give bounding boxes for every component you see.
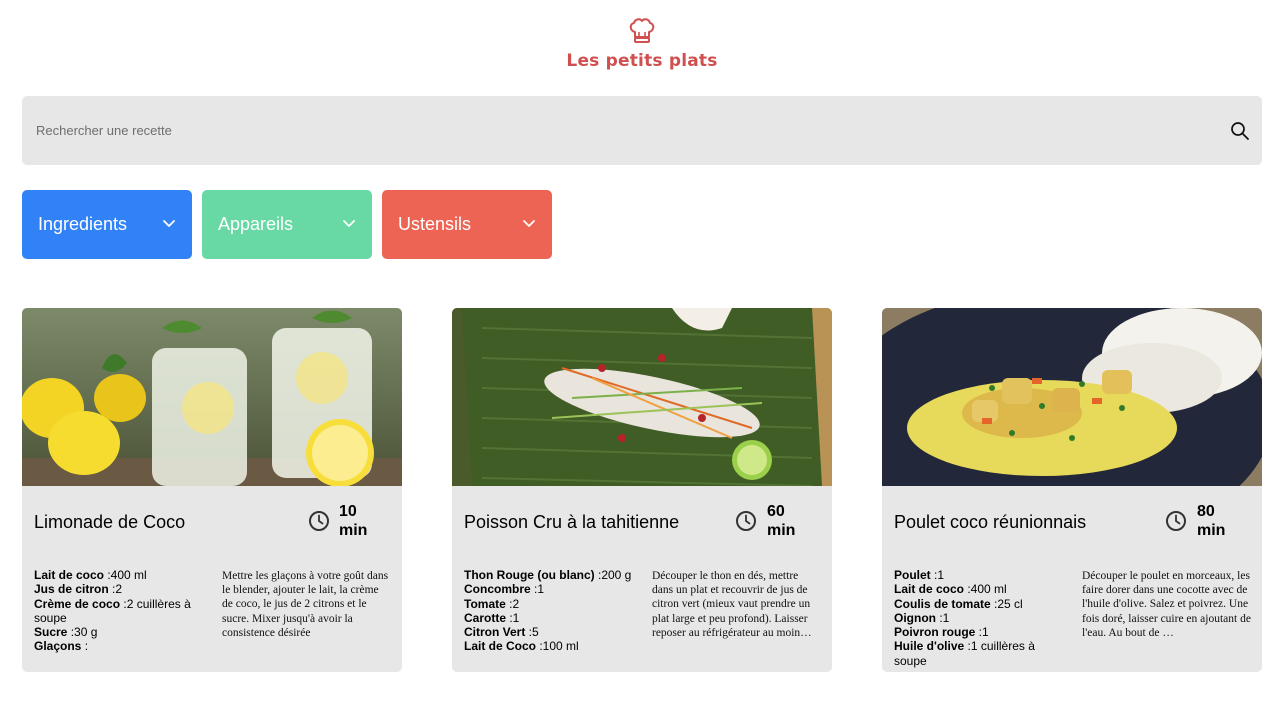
- search-bar: [22, 96, 1262, 165]
- ingredient-item: Lait de coco :400 ml: [34, 568, 147, 582]
- recipe-card[interactable]: Poisson Cru à la tahitienne 60 min Thon R…: [452, 308, 832, 672]
- ingredient-item: Oignon :1: [894, 610, 950, 625]
- site-title[interactable]: Les petits plats: [0, 51, 1284, 71]
- recipe-description: Découper le thon en dés, mettre dans un …: [652, 570, 812, 639]
- clock-icon: [736, 511, 756, 531]
- ingredient-item: Jus de citron :2: [34, 582, 123, 597]
- filter-ustensils-dropdown[interactable]: Ustensils: [382, 190, 552, 259]
- ingredient-item: Sucre :30 g: [34, 625, 98, 640]
- search-icon[interactable]: [1230, 121, 1250, 141]
- recipe-image: [882, 308, 1262, 486]
- ingredient-list: Thon Rouge (ou blanc) :200 g Concombre :…: [464, 568, 639, 654]
- recipe-time: 80 min: [1197, 503, 1226, 539]
- recipe-title: Poisson Cru à la tahitienne: [464, 512, 680, 532]
- ingredient-item: Poulet :1: [894, 568, 945, 582]
- recipe-image: [22, 308, 402, 486]
- filter-ingredients-label: Ingredients: [38, 214, 128, 234]
- chevron-down-icon: [343, 220, 355, 227]
- recipe-card[interactable]: Limonade de Coco 10 min Lait de coco :400…: [22, 308, 402, 672]
- recipe-time: 10 min: [339, 503, 368, 539]
- recipe-card[interactable]: Poulet coco réunionnais 80 min Poulet :1 …: [882, 308, 1262, 672]
- ingredient-list: Poulet :1 Lait de coco :400 ml Coulis de…: [894, 568, 1069, 668]
- recipe-time: 60 min: [767, 503, 796, 539]
- recipe-description: Mettre les glaçons à votre goût dans le …: [222, 570, 389, 639]
- recipe-title: Poulet coco réunionnais: [894, 512, 1087, 532]
- ingredient-item: Concombre :1: [464, 582, 545, 597]
- ingredient-item: Lait de coco :400 ml: [894, 582, 1007, 597]
- ingredient-item: Poivron rouge :1: [894, 625, 989, 640]
- site-header: Les petits plats: [0, 18, 1284, 71]
- recipe-description: Découper le poulet en morceaux, les fair…: [1082, 570, 1251, 639]
- ingredient-item: Crème de coco :2 cuillères à soupe: [34, 596, 191, 625]
- ingredient-list: Lait de coco :400 ml Jus de citron :2 Cr…: [34, 568, 209, 654]
- ingredient-item: Thon Rouge (ou blanc) :200 g: [464, 568, 632, 582]
- recipe-image: [452, 308, 832, 486]
- filter-appareils-label: Appareils: [218, 214, 294, 234]
- filter-ingredients-dropdown[interactable]: Ingredients: [22, 190, 192, 259]
- ingredient-item: Carotte :1: [464, 610, 520, 625]
- filter-appareils-dropdown[interactable]: Appareils: [202, 190, 372, 259]
- clock-icon: [1166, 511, 1186, 531]
- ingredient-item: Glaçons :: [34, 639, 89, 654]
- search-input[interactable]: [22, 96, 1202, 165]
- chevron-down-icon: [163, 220, 175, 227]
- chef-hat-icon: [629, 18, 655, 43]
- ingredient-item: Tomate :2: [464, 596, 520, 611]
- ingredient-item: Coulis de tomate :25 cl: [894, 596, 1023, 611]
- chevron-down-icon: [523, 220, 535, 227]
- filter-ustensils-label: Ustensils: [398, 214, 472, 234]
- ingredient-item: Lait de Coco :100 ml: [464, 639, 579, 654]
- ingredient-item: Huile d'olive :1 cuillères à soupe: [894, 639, 1035, 668]
- recipe-title: Limonade de Coco: [34, 512, 186, 532]
- ingredient-item: Citron Vert :5: [464, 625, 539, 640]
- clock-icon: [309, 511, 329, 531]
